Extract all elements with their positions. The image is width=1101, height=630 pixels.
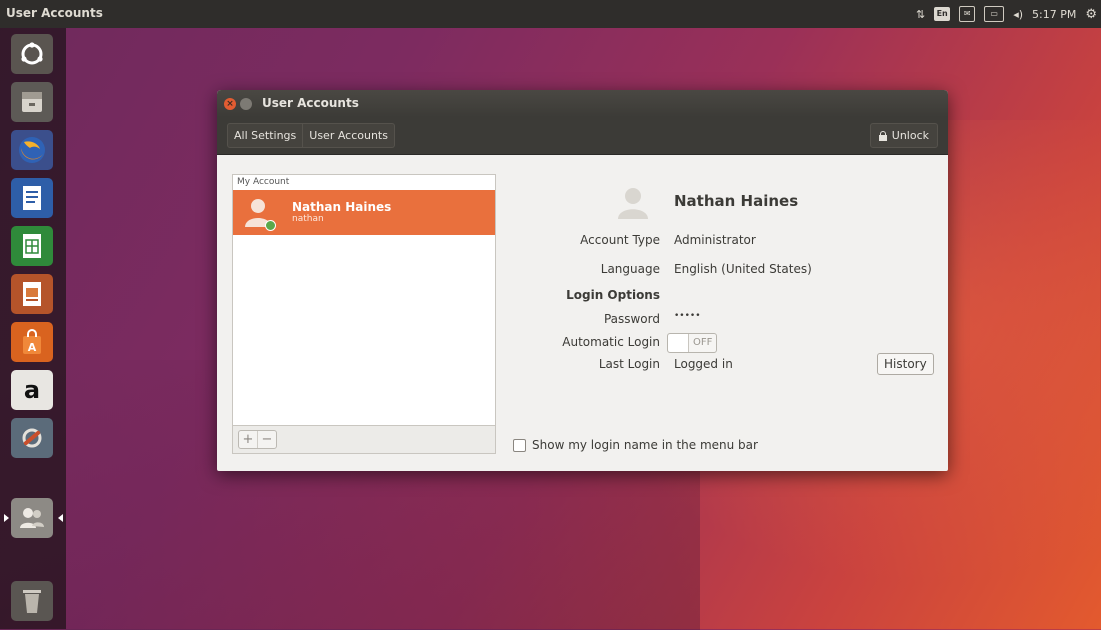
firefox-icon[interactable] — [11, 130, 53, 170]
account-full-name: Nathan Haines — [292, 200, 392, 214]
account-login-name: nathan — [292, 214, 324, 224]
user-accounts-window: × User Accounts All Settings User Accoun… — [217, 90, 948, 471]
unlock-button[interactable]: Unlock — [869, 123, 938, 148]
list-toolbar: + − — [232, 426, 496, 454]
password-value[interactable]: ••••• — [674, 311, 701, 321]
keyboard-layout-icon[interactable]: En — [934, 7, 951, 21]
document-icon[interactable] — [11, 178, 53, 218]
spreadsheet-icon[interactable] — [11, 226, 53, 266]
show-login-name-label: Show my login name in the menu bar — [532, 438, 758, 452]
file-cabinet-icon[interactable] — [11, 82, 53, 122]
last-login-value: Logged in — [674, 357, 733, 371]
gear-icon[interactable]: ⚙ — [1085, 7, 1097, 22]
users-icon[interactable] — [11, 498, 53, 538]
online-status-icon — [265, 220, 276, 231]
automatic-login-label: Automatic Login — [562, 335, 660, 349]
window-title: User Accounts — [262, 96, 359, 110]
window-titlebar[interactable]: × User Accounts — [217, 90, 948, 117]
amazon-letter: a — [23, 376, 41, 404]
list-section-header: My Account — [233, 175, 495, 191]
breadcrumb-user-accounts[interactable]: User Accounts — [303, 123, 395, 148]
add-remove-group: + − — [238, 430, 277, 449]
switch-state: OFF — [693, 337, 713, 348]
show-login-name-option[interactable]: Show my login name in the menu bar — [513, 438, 758, 452]
svg-text:A: A — [28, 341, 37, 354]
account-type-value[interactable]: Administrator — [674, 233, 756, 247]
trash-icon[interactable] — [11, 581, 53, 621]
login-options-heading: Login Options — [566, 288, 660, 302]
system-tray: ⇅ En ✉ ▭ ◂) 5:17 PM ⚙ — [916, 4, 1097, 24]
account-type-label: Account Type — [580, 233, 660, 247]
remove-user-button[interactable]: − — [258, 431, 276, 448]
user-picture-button[interactable] — [615, 184, 651, 220]
launcher: A a — [0, 28, 66, 629]
automatic-login-switch[interactable]: OFF — [667, 333, 717, 353]
breadcrumb: All Settings User Accounts — [227, 123, 395, 148]
volume-icon[interactable]: ◂) — [1013, 8, 1023, 21]
full-name-field[interactable]: Nathan Haines — [674, 192, 798, 210]
amazon-icon[interactable]: a — [11, 370, 53, 410]
ubuntu-logo-icon[interactable] — [11, 34, 53, 74]
language-label: Language — [600, 262, 660, 276]
network-icon[interactable]: ⇅ — [916, 8, 925, 21]
password-label: Password — [603, 312, 660, 326]
lock-icon — [878, 130, 887, 141]
running-indicator — [4, 514, 9, 522]
battery-icon[interactable]: ▭ — [984, 6, 1005, 22]
last-login-label: Last Login — [598, 357, 660, 371]
active-app-title: User Accounts — [6, 6, 103, 20]
presentation-icon[interactable] — [11, 274, 53, 314]
show-login-name-checkbox[interactable] — [513, 438, 526, 452]
add-user-button[interactable]: + — [239, 431, 258, 448]
list-item[interactable]: Nathan Haines nathan — [233, 190, 495, 235]
mail-icon[interactable]: ✉ — [959, 6, 976, 22]
clock[interactable]: 5:17 PM — [1032, 8, 1076, 21]
account-list: My Account Nathan Haines nathan — [232, 174, 496, 426]
breadcrumb-all-settings[interactable]: All Settings — [227, 123, 304, 148]
tools-icon[interactable] — [11, 418, 53, 458]
focus-indicator — [58, 514, 63, 522]
switch-knob — [668, 334, 689, 352]
shopping-bag-icon[interactable]: A — [11, 322, 53, 362]
unlock-label: Unlock — [891, 129, 929, 142]
top-panel: User Accounts ⇅ En ✉ ▭ ◂) 5:17 PM ⚙ — [0, 0, 1101, 28]
history-button[interactable]: History — [877, 353, 934, 375]
close-icon[interactable]: × — [224, 98, 236, 110]
language-value[interactable]: English (United States) — [674, 262, 812, 276]
minimize-icon[interactable] — [240, 98, 252, 110]
window-toolbar: All Settings User Accounts Unlock — [217, 117, 948, 155]
